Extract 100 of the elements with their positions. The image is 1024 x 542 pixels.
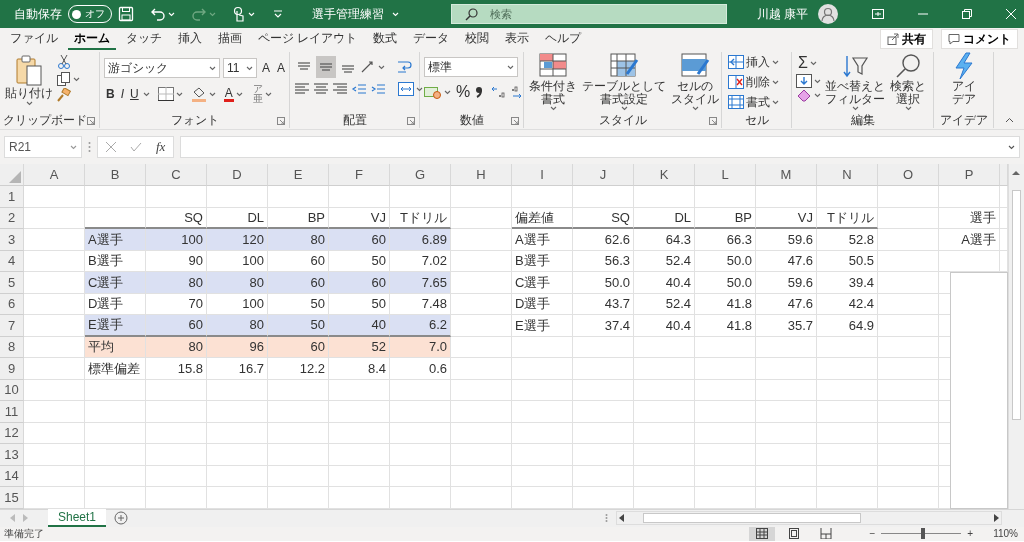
row-header[interactable]: 1 xyxy=(0,186,24,208)
copy-icon[interactable] xyxy=(57,72,71,86)
shrink-font-button[interactable]: A xyxy=(275,57,288,79)
row-header[interactable]: 6 xyxy=(0,293,24,315)
format-painter-icon[interactable] xyxy=(57,88,71,102)
cancel-icon[interactable] xyxy=(106,142,116,152)
eraser-icon[interactable] xyxy=(796,88,812,102)
format-cells-button[interactable]: 書式 xyxy=(726,92,781,112)
comment-button[interactable]: コメント xyxy=(941,29,1018,49)
column-header[interactable]: L xyxy=(695,164,756,186)
align-center-icon[interactable] xyxy=(313,82,329,96)
splitter-icon[interactable] xyxy=(605,513,608,523)
row-header[interactable]: 14 xyxy=(0,465,24,487)
dialog-launcher-icon[interactable] xyxy=(277,117,285,125)
row-header[interactable]: 2 xyxy=(0,207,24,229)
column-header[interactable]: C xyxy=(146,164,207,186)
ribbon-tab[interactable]: 表示 xyxy=(499,27,536,51)
ribbon-tab[interactable]: データ xyxy=(407,27,456,51)
align-left-icon[interactable] xyxy=(294,82,310,96)
dialog-launcher-icon[interactable] xyxy=(87,117,95,125)
customize-toolbar-icon[interactable] xyxy=(273,10,283,18)
row-header[interactable]: 8 xyxy=(0,336,24,358)
column-header[interactable]: G xyxy=(390,164,451,186)
embedded-object[interactable] xyxy=(950,272,1008,509)
share-button[interactable]: 共有 xyxy=(880,29,933,49)
fill-icon[interactable] xyxy=(796,74,812,88)
enter-icon[interactable] xyxy=(130,142,142,152)
close-icon[interactable] xyxy=(1006,9,1016,19)
increase-decimal-icon[interactable] xyxy=(491,85,508,99)
column-header[interactable]: E xyxy=(268,164,329,186)
conditional-formatting-button[interactable]: 条件付き 書式 xyxy=(528,52,578,111)
ribbon-tab[interactable]: ファイル xyxy=(4,27,64,51)
number-format-dropdown[interactable]: 標準 xyxy=(424,57,518,77)
row-header[interactable]: 10 xyxy=(0,379,24,401)
select-all-button[interactable] xyxy=(0,164,24,186)
horizontal-scrollbar[interactable] xyxy=(616,511,1002,525)
previous-sheet-icon[interactable] xyxy=(10,514,15,522)
font-size-dropdown[interactable]: 11 xyxy=(223,58,257,78)
insert-function-button[interactable]: fx xyxy=(156,137,166,157)
ideas-button[interactable]: アイ デア xyxy=(950,52,977,106)
wrap-text-icon[interactable] xyxy=(397,59,413,75)
align-right-icon[interactable] xyxy=(332,82,348,96)
column-header[interactable]: I xyxy=(512,164,573,186)
ribbon-tab[interactable]: 校閲 xyxy=(459,27,496,51)
row-header[interactable]: 15 xyxy=(0,487,24,509)
row-header[interactable]: 4 xyxy=(0,250,24,272)
cut-icon[interactable] xyxy=(57,54,71,70)
collapse-ribbon-icon[interactable] xyxy=(1005,117,1014,123)
zoom-out-button[interactable]: − xyxy=(869,526,876,541)
scroll-up-icon[interactable] xyxy=(1012,170,1020,175)
ribbon-tab[interactable]: ヘルプ xyxy=(539,27,588,51)
column-header[interactable]: P xyxy=(939,164,1000,186)
ribbon-tab[interactable]: タッチ xyxy=(120,27,168,51)
accounting-format-icon[interactable] xyxy=(424,85,442,99)
row-header[interactable]: 7 xyxy=(0,315,24,337)
restore-icon[interactable] xyxy=(962,9,972,19)
column-header[interactable]: A xyxy=(24,164,85,186)
delete-cells-button[interactable]: 削除 xyxy=(726,72,781,92)
ribbon-tab[interactable]: 描画 xyxy=(212,27,248,51)
underline-button[interactable]: U xyxy=(128,83,141,105)
grow-font-button[interactable]: A xyxy=(260,57,272,79)
phonetic-button[interactable]: ア 亜 xyxy=(250,83,274,105)
merge-center-icon[interactable] xyxy=(398,82,414,96)
formula-input[interactable] xyxy=(180,136,1020,158)
column-header[interactable]: N xyxy=(817,164,878,186)
cell-styles-button[interactable]: セルの スタイル xyxy=(670,52,720,111)
column-header[interactable]: O xyxy=(878,164,939,186)
scroll-left-icon[interactable] xyxy=(619,514,624,522)
increase-indent-icon[interactable] xyxy=(370,82,386,96)
row-header[interactable]: 3 xyxy=(0,229,24,251)
touch-mode-icon[interactable] xyxy=(232,6,246,22)
column-header[interactable]: K xyxy=(634,164,695,186)
add-sheet-icon[interactable] xyxy=(114,511,129,525)
paste-button[interactable]: 貼り付け xyxy=(4,54,54,106)
ribbon-tab[interactable]: 挿入 xyxy=(172,27,208,51)
row-header[interactable]: 12 xyxy=(0,422,24,444)
autosum-button[interactable]: Σ xyxy=(796,52,821,74)
find-select-button[interactable]: 検索と 選択 xyxy=(889,52,927,111)
dialog-launcher-icon[interactable] xyxy=(709,117,717,125)
column-header[interactable]: J xyxy=(573,164,634,186)
save-icon[interactable] xyxy=(118,6,134,22)
column-header[interactable]: H xyxy=(451,164,512,186)
zoom-slider-thumb[interactable] xyxy=(920,528,925,539)
scroll-right-icon[interactable] xyxy=(994,514,999,522)
row-header[interactable]: 5 xyxy=(0,272,24,294)
ribbon-tab[interactable]: 数式 xyxy=(367,27,404,51)
row-header[interactable]: 13 xyxy=(0,444,24,466)
ribbon-display-icon[interactable] xyxy=(872,9,884,19)
column-header[interactable]: D xyxy=(207,164,268,186)
vertical-scrollbar[interactable] xyxy=(1008,164,1024,509)
borders-icon[interactable] xyxy=(157,87,174,101)
comma-style-icon[interactable] xyxy=(475,85,484,99)
user-avatar-icon[interactable] xyxy=(818,4,838,24)
fill-color-icon[interactable] xyxy=(190,86,207,102)
search-field[interactable]: 検索 xyxy=(451,4,728,24)
insert-cells-button[interactable]: 挿入 xyxy=(726,52,781,72)
dialog-launcher-icon[interactable] xyxy=(511,117,519,125)
undo-icon[interactable] xyxy=(150,6,166,22)
font-name-dropdown[interactable]: 游ゴシック xyxy=(104,58,220,78)
row-header[interactable]: 9 xyxy=(0,358,24,380)
